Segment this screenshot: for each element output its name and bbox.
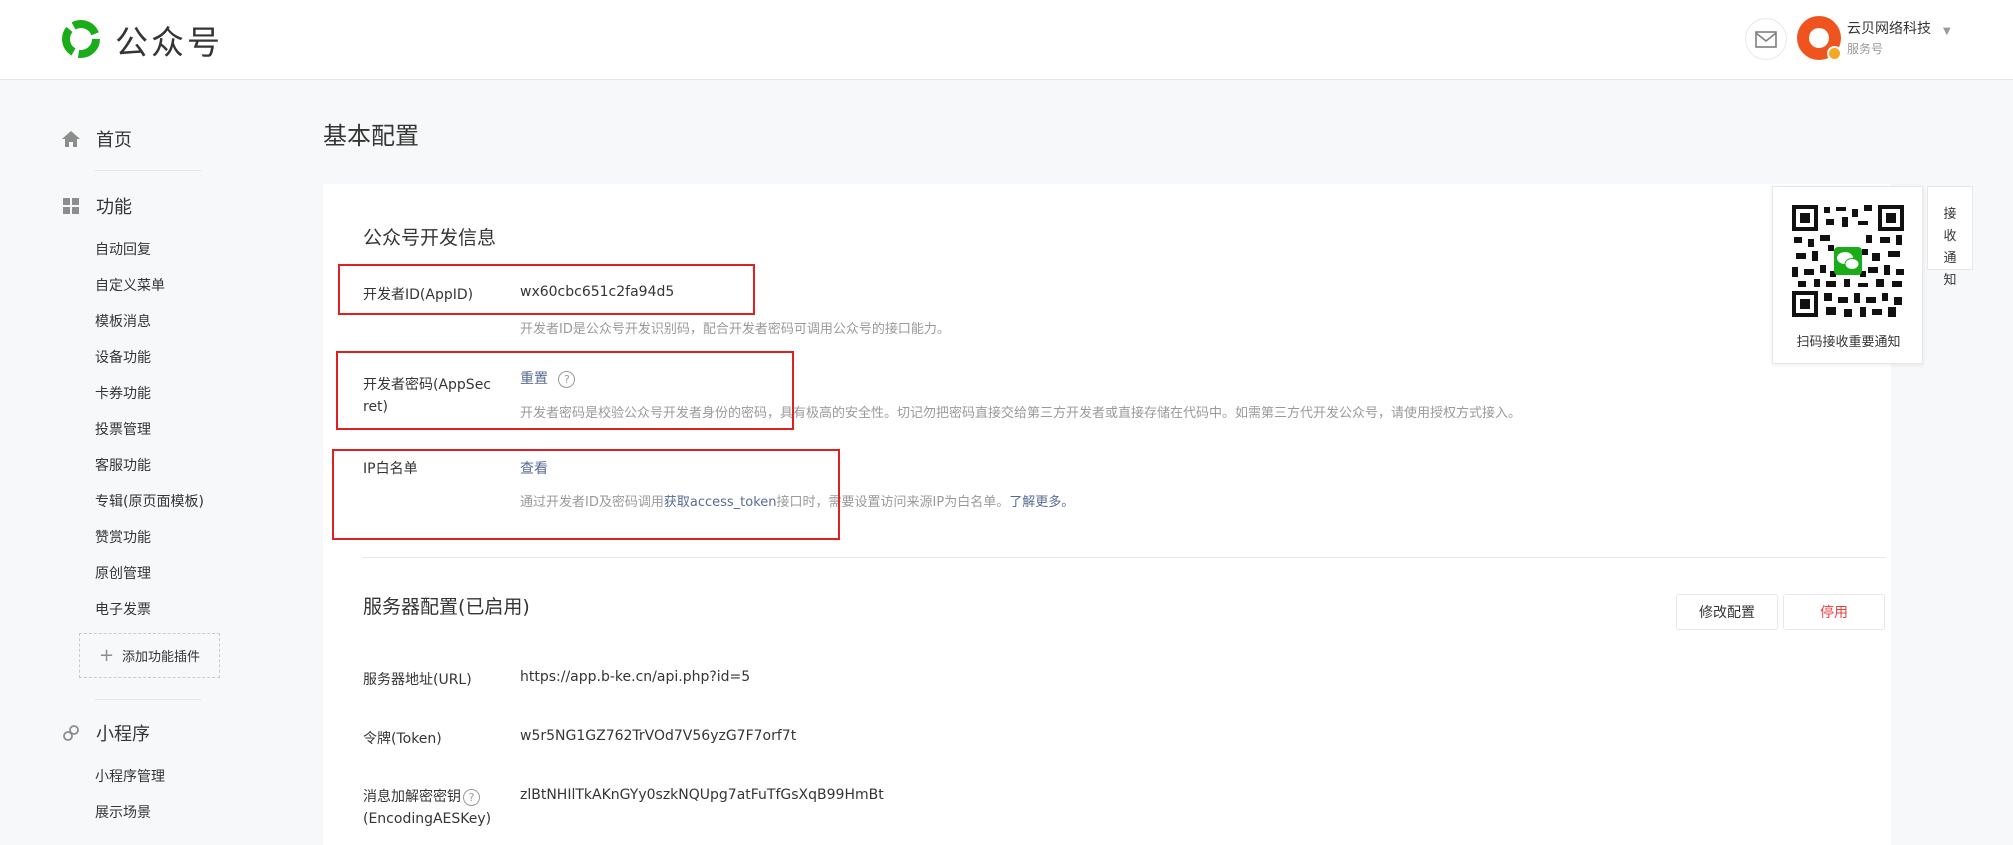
account-avatar[interactable] bbox=[1797, 16, 1842, 61]
account-type: 服务号 bbox=[1847, 42, 1884, 56]
receive-notice-tab[interactable]: 接收通知 bbox=[1927, 186, 1973, 288]
highlight-box-ip-whitelist bbox=[332, 449, 840, 540]
sidebar-section-miniprogram[interactable]: 小程序 bbox=[60, 720, 150, 746]
sidebar-item-e-invoice[interactable]: 电子发票 bbox=[95, 599, 151, 619]
help-icon[interactable]: ? bbox=[463, 788, 480, 806]
grid-icon bbox=[60, 195, 82, 217]
qr-notice-card: 扫码接收重要通知 bbox=[1772, 186, 1923, 364]
account-name[interactable]: 云贝网络科技 bbox=[1847, 18, 1931, 38]
miniprogram-icon bbox=[60, 722, 82, 744]
highlight-box-appsecret bbox=[336, 351, 794, 430]
aes-key-value: zlBtNHIlTkAKnGYy0szkNQUpg7atFuTfGsXqB99H… bbox=[520, 787, 884, 803]
qr-caption: 扫码接收重要通知 bbox=[1796, 335, 1901, 350]
token-value: w5r5NG1GZ762TrVOd7V56yzG7F7orf7t bbox=[520, 728, 797, 744]
chevron-down-icon[interactable]: ▼ bbox=[1943, 26, 1951, 37]
sidebar-section-features[interactable]: 功能 bbox=[60, 193, 132, 219]
sidebar-item-device[interactable]: 设备功能 bbox=[95, 347, 151, 367]
sidebar-item-customer-service[interactable]: 客服功能 bbox=[95, 455, 151, 475]
sidebar-features-label: 功能 bbox=[96, 197, 132, 218]
add-plugin-label: 添加功能插件 bbox=[122, 650, 201, 665]
token-label: 令牌(Token) bbox=[363, 731, 442, 747]
sidebar-divider bbox=[95, 699, 201, 700]
home-icon bbox=[60, 128, 82, 150]
page-title: 基本配置 bbox=[323, 122, 419, 150]
sidebar-item-home[interactable]: 首页 bbox=[60, 126, 132, 152]
sidebar-item-reward[interactable]: 赞赏功能 bbox=[95, 527, 151, 547]
top-header: 公众号 云贝网络科技 服务号 ▼ bbox=[0, 0, 2013, 80]
server-url-value: https://app.b-ke.cn/api.php?id=5 bbox=[520, 669, 751, 685]
sidebar-item-album[interactable]: 专辑(原页面模板) bbox=[95, 491, 204, 511]
sidebar-item-voting[interactable]: 投票管理 bbox=[95, 419, 151, 439]
plus-icon: + bbox=[98, 645, 115, 666]
add-plugin-button[interactable]: + 添加功能插件 bbox=[79, 633, 220, 678]
sidebar-item-auto-reply[interactable]: 自动回复 bbox=[95, 239, 151, 259]
receive-notice-label: 接收通知 bbox=[1943, 207, 1957, 288]
aes-key-label: 消息加解密密钥? (EncodingAESKey) bbox=[363, 788, 492, 827]
sidebar-miniprogram-label: 小程序 bbox=[96, 724, 150, 745]
sidebar-item-original[interactable]: 原创管理 bbox=[95, 563, 151, 583]
message-button[interactable] bbox=[1745, 18, 1787, 60]
learn-more-link[interactable]: 了解更多。 bbox=[1009, 495, 1074, 510]
verified-badge-icon bbox=[1827, 46, 1842, 61]
sidebar-item-miniprogram-manage[interactable]: 小程序管理 bbox=[95, 766, 165, 786]
highlight-box-appid bbox=[338, 264, 755, 315]
section-divider bbox=[363, 557, 1886, 558]
sidebar-item-custom-menu[interactable]: 自定义菜单 bbox=[95, 275, 165, 295]
modify-config-button[interactable]: 修改配置 bbox=[1676, 594, 1778, 630]
logo-text[interactable]: 公众号 bbox=[115, 16, 223, 64]
sidebar-item-display-scene[interactable]: 展示场景 bbox=[95, 802, 151, 822]
qr-code-icon bbox=[1792, 205, 1904, 317]
sidebar-divider bbox=[95, 170, 201, 171]
mail-icon bbox=[1755, 30, 1777, 48]
sidebar-item-template-message[interactable]: 模板消息 bbox=[95, 311, 151, 331]
sidebar-item-coupons[interactable]: 卡券功能 bbox=[95, 383, 151, 403]
server-config-title: 服务器配置(已启用) bbox=[363, 596, 530, 618]
sidebar-home-label: 首页 bbox=[96, 130, 132, 151]
appid-description: 开发者ID是公众号开发识别码，配合开发者密码可调用公众号的接口能力。 bbox=[520, 322, 950, 337]
dev-info-title: 公众号开发信息 bbox=[363, 227, 497, 249]
server-url-label: 服务器地址(URL) bbox=[363, 672, 472, 688]
disable-button[interactable]: 停用 bbox=[1783, 594, 1885, 630]
wechat-official-logo-icon[interactable] bbox=[58, 18, 104, 60]
